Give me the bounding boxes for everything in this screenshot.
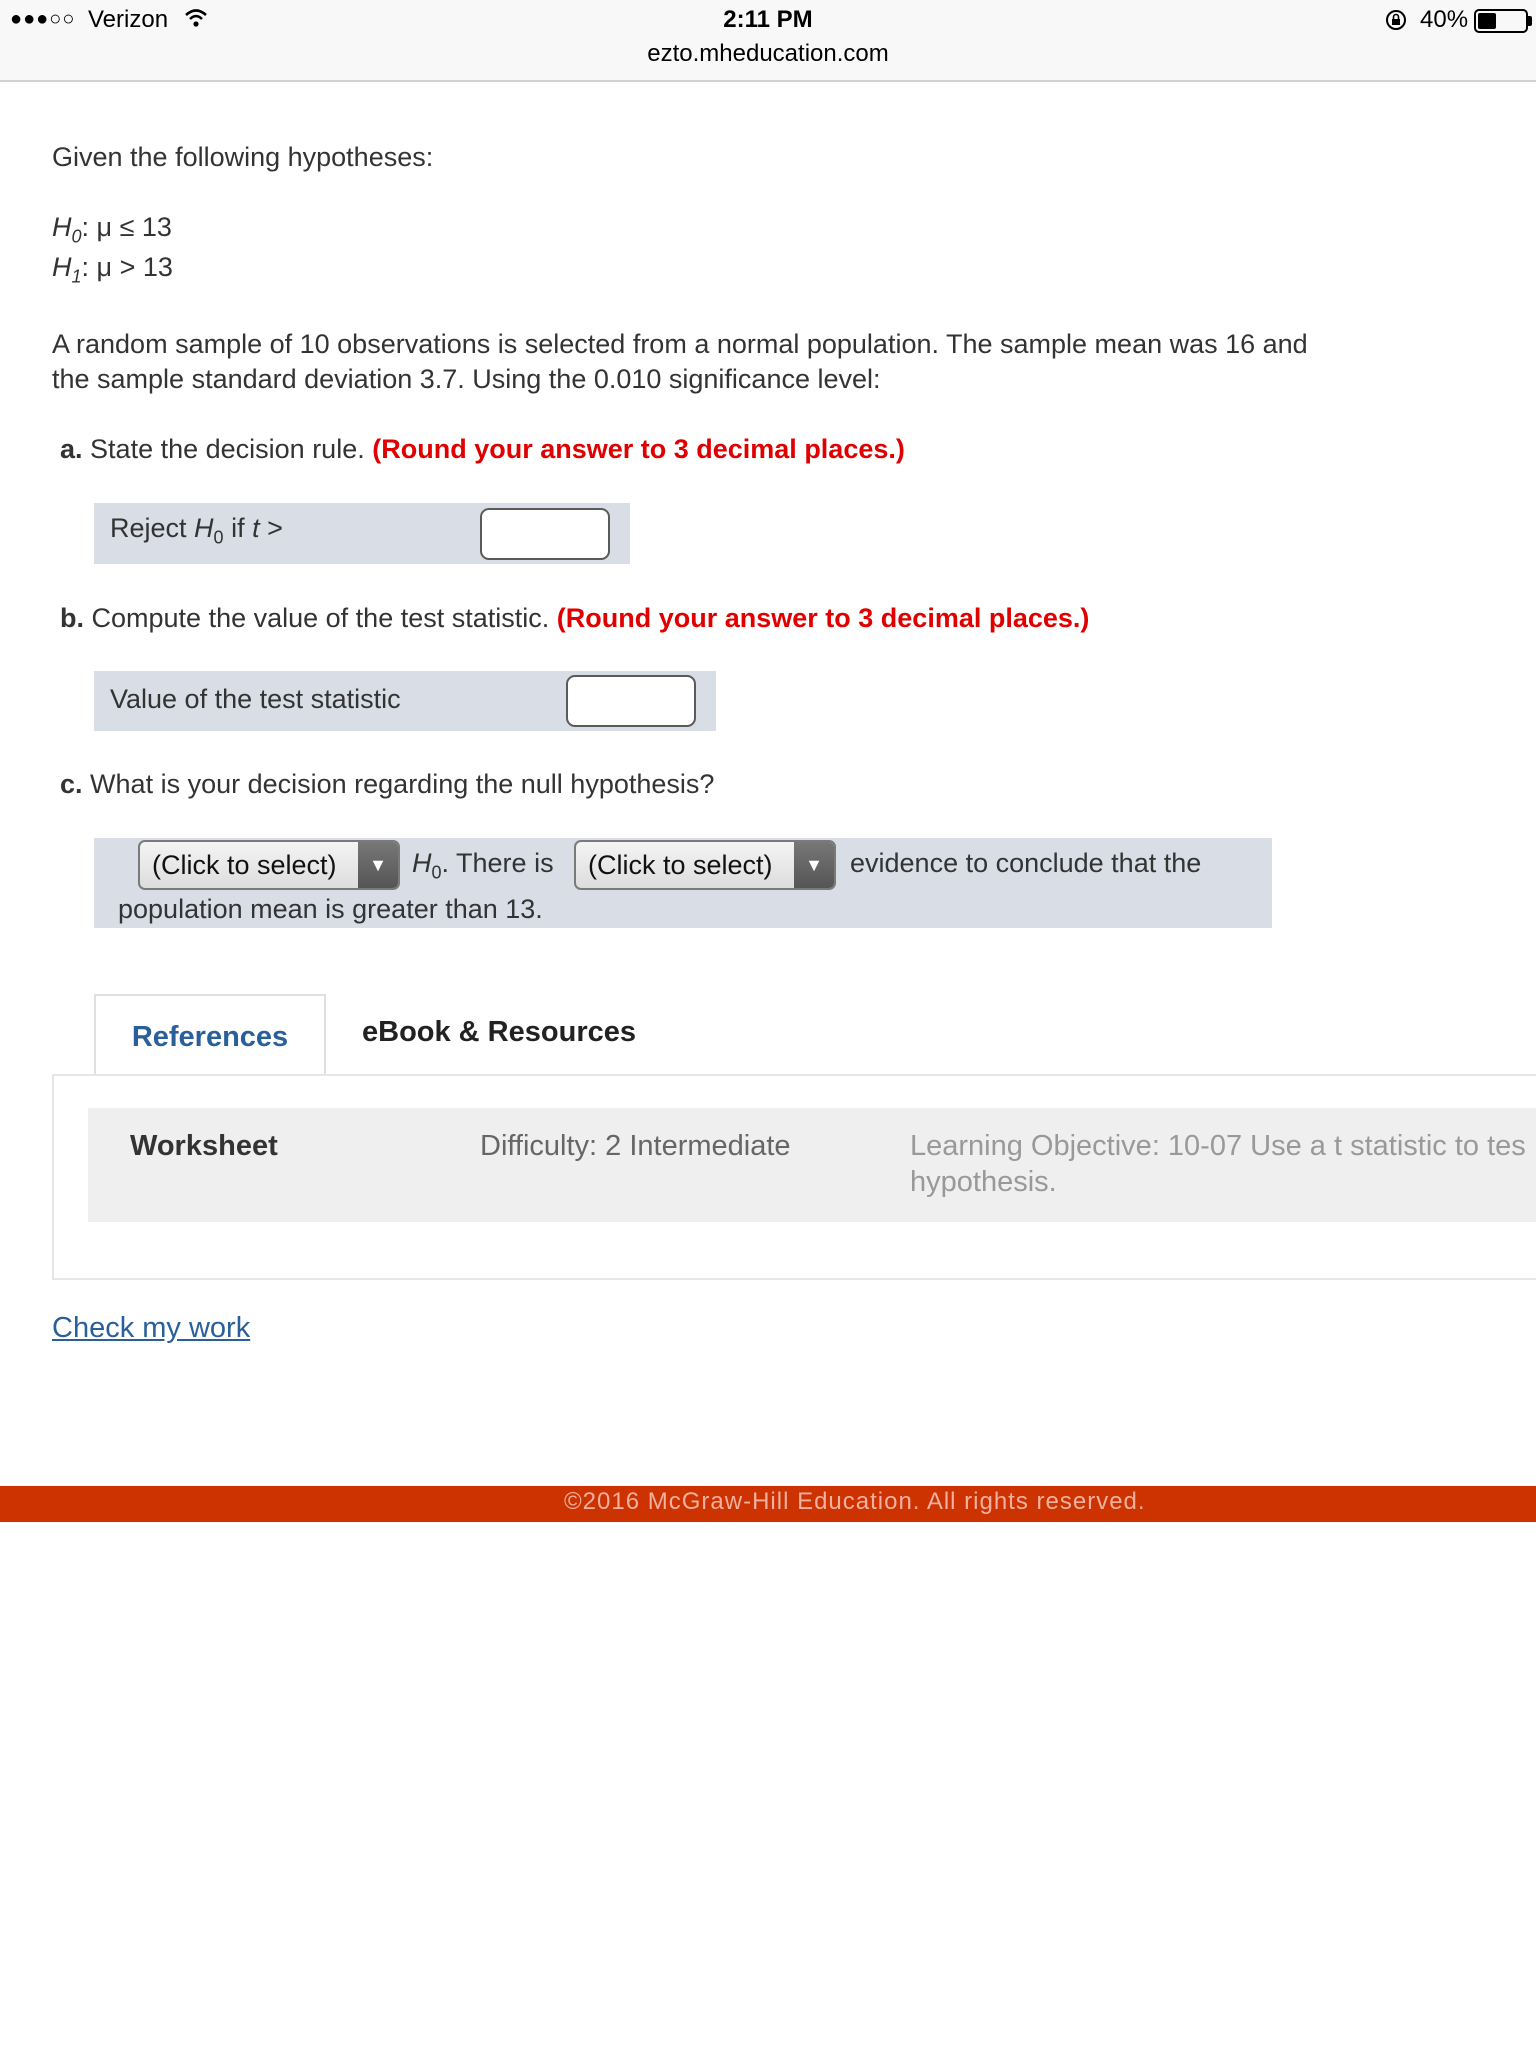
chevron-down-icon: ▼ — [794, 842, 834, 888]
footer-bar: ©2016 McGraw-Hill Education. All rights … — [0, 1486, 1536, 1522]
battery-icon — [1474, 9, 1528, 33]
question-body-line-2: the sample standard deviation 3.7. Using… — [52, 364, 881, 394]
decision-rule-reject-text: Reject — [110, 513, 195, 543]
evidence-select[interactable]: (Click to select) ▼ — [574, 840, 836, 890]
battery-percent: 40% — [1420, 6, 1469, 33]
decision-rule-h-symbol: H — [194, 513, 214, 543]
part-a-prompt: a. State the decision rule. (Round your … — [60, 434, 905, 465]
test-statistic-label: Value of the test statistic — [110, 684, 401, 714]
evidence-select-label: (Click to select) — [588, 849, 773, 880]
status-time: 2:11 PM — [723, 6, 813, 33]
decision-line-2: population mean is greater than 13. — [118, 894, 543, 924]
tab-references-label: References — [131, 1020, 289, 1053]
test-statistic-row: Value of the test statistic — [94, 671, 716, 731]
decision-there-is-text: . There is — [441, 848, 554, 878]
part-a-rounding-note: (Round your answer to 3 decimal places.) — [372, 434, 905, 464]
difficulty-label: Difficulty: 2 Intermediate — [480, 1130, 791, 1162]
battery-level-fill — [1478, 13, 1497, 29]
learning-objective-line-1: Learning Objective: 10-07 Use a t statis… — [910, 1130, 1526, 1162]
question-intro: Given the following hypotheses: — [52, 142, 434, 172]
battery-tip — [1528, 16, 1532, 26]
tab-ebook-resources-label: eBook & Resources — [362, 1016, 636, 1048]
check-my-work-link[interactable]: Check my work — [52, 1312, 250, 1345]
decision-h0-text: H0. There is — [412, 848, 554, 883]
alternative-hypothesis-symbol: H — [52, 252, 72, 282]
status-bar: ●●●○○ Verizon 2:11 PM ezto.mheducation.c… — [0, 0, 1536, 82]
rotation-lock-icon — [1386, 10, 1406, 30]
part-b-text: Compute the value of the test statistic. — [91, 603, 550, 633]
part-c-letter: c. — [60, 769, 83, 799]
part-a-text: State the decision rule. — [90, 434, 365, 464]
decision-after-text: evidence to conclude that the — [850, 848, 1202, 878]
tab-ebook-resources[interactable]: eBook & Resources — [362, 1016, 636, 1049]
decision-rule-label: Reject H0 if t > — [110, 513, 283, 548]
page-url[interactable]: ezto.mheducation.com — [0, 40, 1536, 68]
alternative-hypothesis: H1: μ > 13 — [52, 252, 173, 287]
null-hypothesis-statement: : μ ≤ 13 — [81, 212, 172, 242]
question-body-line-1: A random sample of 10 observations is se… — [52, 329, 1308, 359]
part-a-letter: a. — [60, 434, 83, 464]
null-hypothesis-subscript: 0 — [71, 226, 82, 247]
part-c-text: What is your decision regarding the null… — [90, 769, 715, 799]
alternative-hypothesis-subscript: 1 — [71, 266, 82, 287]
null-hypothesis: H0: μ ≤ 13 — [52, 212, 172, 247]
worksheet-link[interactable]: Worksheet — [130, 1130, 278, 1163]
part-b-rounding-note: (Round your answer to 3 decimal places.) — [556, 603, 1090, 633]
part-b-prompt: b. Compute the value of the test statist… — [60, 603, 1089, 634]
decision-h-symbol: H — [412, 848, 432, 878]
critical-value-input[interactable] — [480, 508, 610, 560]
alternative-hypothesis-statement: : μ > 13 — [81, 252, 173, 282]
test-statistic-input[interactable] — [566, 675, 696, 727]
copyright-text: ©2016 McGraw-Hill Education. All rights … — [564, 1488, 1146, 1515]
decision-rule-h-subscript: 0 — [213, 527, 224, 548]
references-panel: Worksheet Difficulty: 2 Intermediate Lea… — [52, 1074, 1536, 1280]
decision-row: (Click to select) ▼ H0. There is (Click … — [94, 838, 1272, 928]
decision-rule-t-symbol: t — [252, 513, 260, 543]
decision-h-subscript: 0 — [431, 862, 442, 883]
tab-references[interactable]: References — [94, 994, 326, 1078]
part-c-prompt: c. What is your decision regarding the n… — [60, 769, 714, 800]
decision-select[interactable]: (Click to select) ▼ — [138, 840, 400, 890]
decision-rule-gt-text: > — [259, 513, 283, 543]
decision-select-label: (Click to select) — [152, 849, 337, 880]
chevron-down-icon: ▼ — [358, 842, 398, 888]
reference-row: Worksheet Difficulty: 2 Intermediate Lea… — [88, 1108, 1536, 1222]
learning-objective-line-2: hypothesis. — [910, 1166, 1057, 1198]
null-hypothesis-symbol: H — [52, 212, 72, 242]
part-b-letter: b. — [60, 603, 84, 633]
decision-rule-if-text: if — [223, 513, 253, 543]
decision-rule-row: Reject H0 if t > — [94, 503, 630, 564]
